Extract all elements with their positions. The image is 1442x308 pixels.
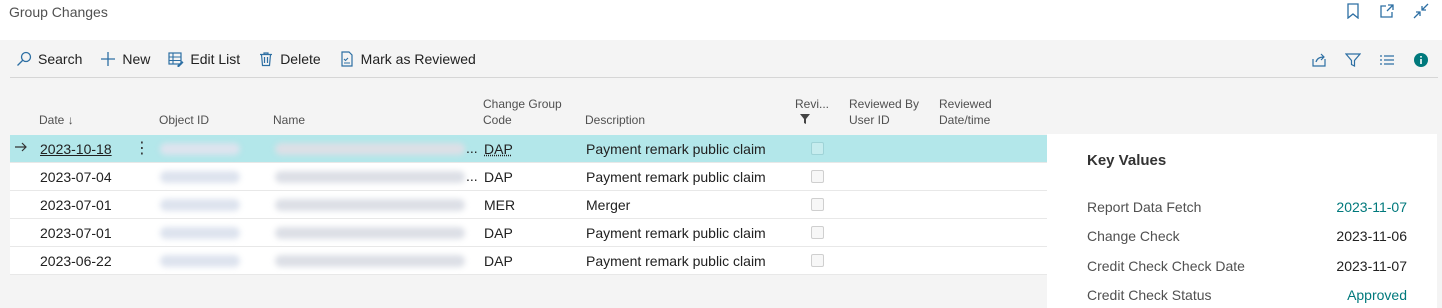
- name-overflow-ellipsis: ...: [466, 168, 478, 184]
- group-changes-list: Date ↓ Object ID Name Change Group Code …: [10, 90, 1047, 308]
- row-change-group-code[interactable]: DAP: [484, 141, 513, 157]
- window-controls: [1344, 2, 1430, 20]
- row-description: Payment remark public claim: [586, 141, 766, 157]
- row-date[interactable]: 2023-06-22: [40, 253, 112, 269]
- mark-as-reviewed-button[interactable]: Mark as Reviewed: [339, 51, 476, 67]
- column-headers: Date ↓ Object ID Name Change Group Code …: [10, 90, 1047, 134]
- name-redacted: [275, 143, 465, 155]
- delete-label: Delete: [280, 51, 321, 67]
- row-change-group-code[interactable]: MER: [484, 197, 515, 213]
- row-description: Merger: [586, 197, 631, 213]
- action-bar: Search New Edit List Delete Mark as Revi…: [10, 45, 1438, 78]
- column-header-reviewed-by-line1: Reviewed By: [849, 97, 920, 111]
- column-header-description[interactable]: Description: [585, 112, 645, 128]
- row-description: Payment remark public claim: [586, 225, 766, 241]
- object-id-redacted: [160, 227, 240, 239]
- edit-list-label: Edit List: [190, 51, 241, 67]
- column-header-date-label: Date: [39, 113, 65, 127]
- row-change-group-code[interactable]: DAP: [484, 169, 513, 185]
- factbox-label: Credit Check Check Date: [1087, 258, 1245, 274]
- list-view-icon[interactable]: [1378, 51, 1396, 69]
- row-change-group-code[interactable]: DAP: [484, 225, 513, 241]
- row-description: Payment remark public claim: [586, 253, 766, 269]
- sort-descending-icon: ↓: [67, 113, 74, 127]
- reviewed-checkbox[interactable]: [811, 198, 824, 211]
- reviewed-checkbox[interactable]: [811, 170, 824, 183]
- search-label: Search: [38, 51, 83, 67]
- factbox-row-credit-check-status: Credit Check Status Approved: [1087, 287, 1407, 307]
- row-date[interactable]: 2023-07-04: [40, 169, 112, 185]
- delete-button[interactable]: Delete: [258, 51, 321, 67]
- factbox-label: Credit Check Status: [1087, 287, 1212, 303]
- row-date[interactable]: 2023-07-01: [40, 197, 112, 213]
- collapse-icon[interactable]: [1412, 2, 1430, 20]
- name-overflow-ellipsis: ...: [466, 140, 478, 156]
- table-row[interactable]: 2023-10-18 ⋮ ... DAP Payment remark publ…: [10, 135, 1047, 163]
- bookmark-icon[interactable]: [1344, 2, 1362, 20]
- object-id-redacted: [160, 199, 240, 211]
- table-row[interactable]: 2023-07-01 MER Merger: [10, 191, 1047, 219]
- filter-applied-icon: [795, 114, 810, 124]
- table-row[interactable]: 2023-07-01 DAP Payment remark public cla…: [10, 219, 1047, 247]
- column-header-reviewed-datetime-line1: Reviewed: [939, 97, 992, 111]
- factbox-value: 2023-11-07: [1336, 258, 1407, 274]
- reviewed-checkbox[interactable]: [811, 226, 824, 239]
- factbox-row-credit-check-date: Credit Check Check Date 2023-11-07: [1087, 258, 1407, 278]
- table-row[interactable]: 2023-07-04 ... DAP Payment remark public…: [10, 163, 1047, 191]
- factbox-value: 2023-11-06: [1336, 228, 1407, 244]
- search-icon: [16, 51, 32, 67]
- name-redacted: [275, 199, 465, 211]
- title-bar: Group Changes: [0, 0, 1442, 40]
- column-header-reviewed-label: Revi...: [795, 97, 830, 111]
- current-row-arrow-icon: [14, 140, 30, 156]
- column-header-change-group-code-line1: Change Group: [483, 97, 562, 111]
- object-id-redacted: [160, 143, 240, 155]
- factbox-row-change-check: Change Check 2023-11-06: [1087, 228, 1407, 248]
- column-header-name[interactable]: Name: [273, 112, 305, 128]
- row-description: Payment remark public claim: [586, 169, 766, 185]
- factbox-value-link[interactable]: Approved: [1347, 287, 1407, 303]
- name-redacted: [275, 171, 465, 183]
- column-header-reviewed-datetime[interactable]: Reviewed Date/time: [939, 96, 992, 128]
- info-icon[interactable]: [1412, 51, 1430, 69]
- search-button[interactable]: Search: [16, 51, 82, 67]
- name-redacted: [275, 255, 465, 267]
- open-new-window-icon[interactable]: [1378, 2, 1396, 20]
- name-redacted: [275, 227, 465, 239]
- mark-as-reviewed-label: Mark as Reviewed: [360, 51, 476, 67]
- column-header-change-group-code[interactable]: Change Group Code: [483, 96, 562, 128]
- reviewed-checkbox[interactable]: [811, 254, 824, 267]
- factbox-title: Key Values: [1087, 152, 1167, 169]
- object-id-redacted: [160, 171, 240, 183]
- plus-icon: [100, 51, 116, 67]
- reviewed-checkbox[interactable]: [811, 142, 824, 155]
- new-label: New: [122, 51, 151, 67]
- table-row[interactable]: 2023-06-22 DAP Payment remark public cla…: [10, 247, 1047, 275]
- column-header-date[interactable]: Date ↓: [39, 112, 74, 128]
- factbox-label: Change Check: [1087, 228, 1180, 244]
- share-icon[interactable]: [1310, 51, 1328, 69]
- edit-list-icon: [168, 51, 184, 67]
- page-title: Group Changes: [9, 4, 108, 20]
- factbox-row-report-data-fetch: Report Data Fetch 2023-11-07: [1087, 199, 1407, 219]
- column-header-reviewed-datetime-line2: Date/time: [939, 113, 991, 127]
- filter-icon[interactable]: [1344, 51, 1362, 69]
- column-header-reviewed-by-user-id[interactable]: Reviewed By User ID: [849, 96, 919, 128]
- row-date[interactable]: 2023-10-18: [40, 141, 112, 157]
- column-header-reviewed-by-line2: User ID: [849, 113, 890, 127]
- factbox-label: Report Data Fetch: [1087, 199, 1202, 215]
- row-date[interactable]: 2023-07-01: [40, 225, 112, 241]
- row-actions-menu-icon[interactable]: ⋮: [134, 138, 150, 158]
- key-values-factbox: Key Values Report Data Fetch 2023-11-07 …: [1047, 134, 1437, 308]
- row-change-group-code[interactable]: DAP: [484, 253, 513, 269]
- edit-list-button[interactable]: Edit List: [168, 51, 240, 67]
- new-button[interactable]: New: [100, 51, 150, 67]
- column-header-object-id[interactable]: Object ID: [159, 112, 209, 128]
- column-header-change-group-code-line2: Code: [483, 113, 512, 127]
- factbox-value-link[interactable]: 2023-11-07: [1336, 199, 1407, 215]
- column-header-reviewed[interactable]: Revi...: [795, 96, 829, 128]
- checklist-icon: [339, 51, 355, 67]
- trash-icon: [258, 51, 274, 67]
- object-id-redacted: [160, 255, 240, 267]
